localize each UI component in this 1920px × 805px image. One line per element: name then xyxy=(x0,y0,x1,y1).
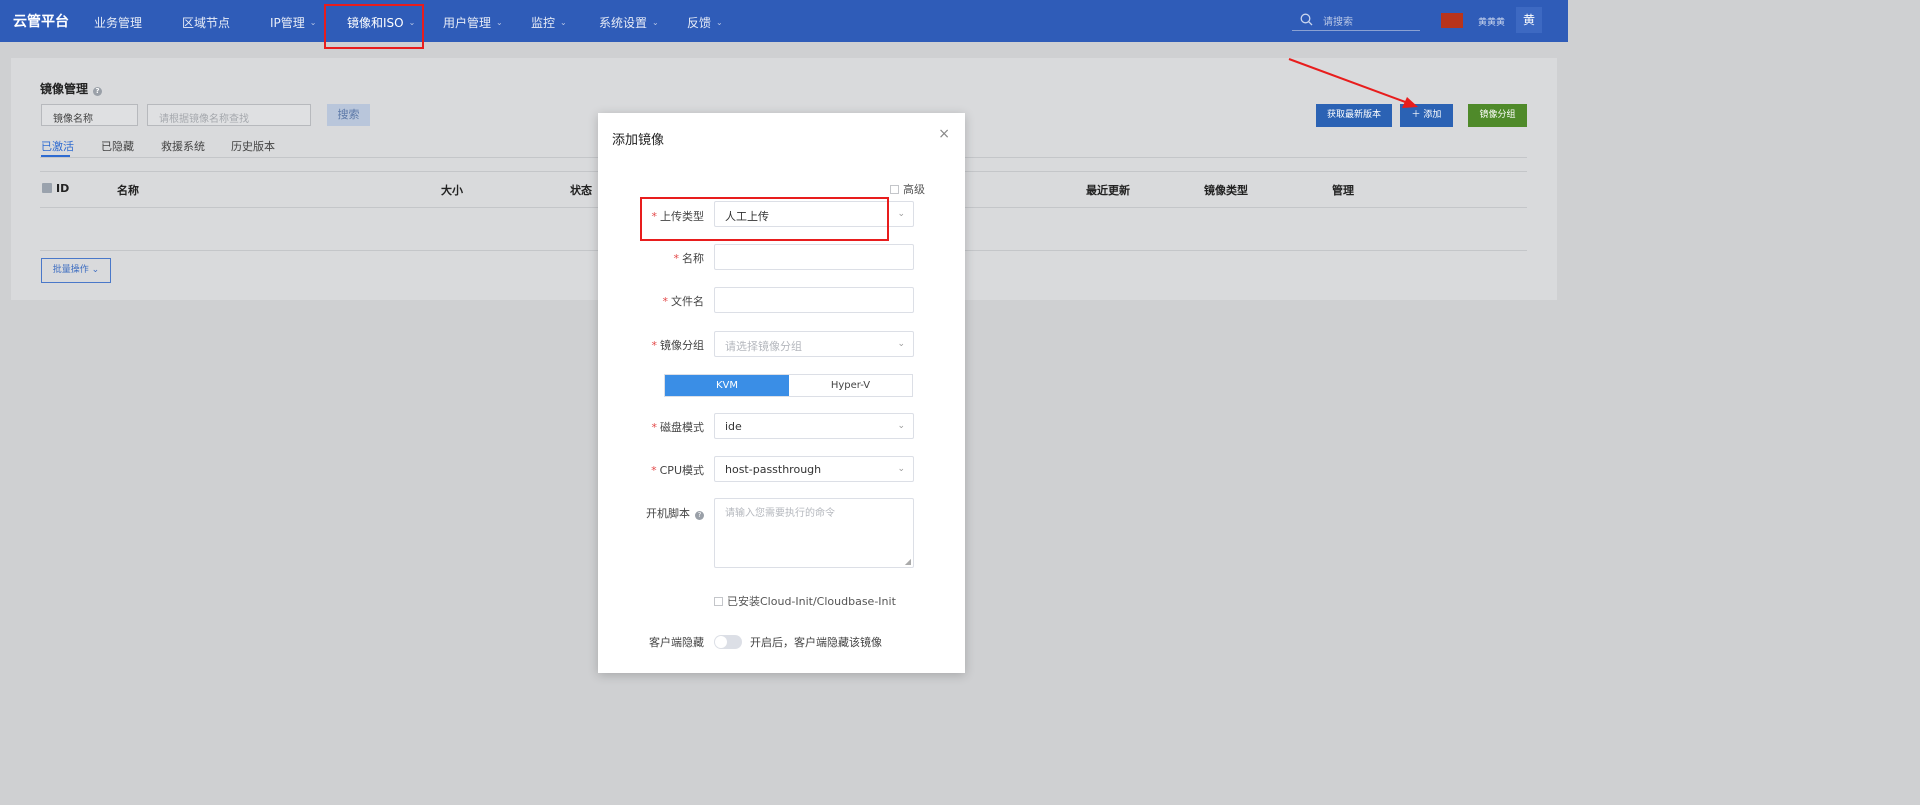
cpu-mode-select[interactable]: host-passthrough ⌄ xyxy=(714,456,914,482)
chevron-down-icon: ⌄ xyxy=(897,464,905,474)
name-label: * 名称 xyxy=(673,252,705,265)
cpu-mode-label: * CPU模式 xyxy=(651,464,704,477)
boot-script-label: 开机脚本? xyxy=(598,505,704,521)
chevron-down-icon: ⌄ xyxy=(897,209,905,219)
close-icon[interactable]: × xyxy=(938,126,950,142)
highlight-box-upload-type xyxy=(640,197,889,241)
image-group-select[interactable]: 请选择镜像分组 ⌄ xyxy=(714,331,914,357)
chevron-down-icon: ⌄ xyxy=(897,339,905,349)
filename-label: * 文件名 xyxy=(662,295,705,308)
disk-mode-select[interactable]: ide ⌄ xyxy=(714,413,914,439)
hypervisor-kvm-option[interactable]: KVM xyxy=(665,375,789,396)
chevron-down-icon: ⌄ xyxy=(897,421,905,431)
checkbox-icon xyxy=(890,185,899,194)
filename-input[interactable] xyxy=(714,287,914,313)
client-hide-toggle[interactable] xyxy=(714,635,742,649)
name-input[interactable] xyxy=(714,244,914,270)
toggle-knob xyxy=(715,636,727,648)
image-group-label: * 镜像分组 xyxy=(651,339,705,352)
hypervisor-hyperv-option[interactable]: Hyper-V xyxy=(789,375,912,396)
client-hide-hint: 开启后，客户端隐藏该镜像 xyxy=(750,636,882,649)
resize-handle-icon[interactable]: ◢ xyxy=(905,557,911,566)
boot-script-textarea[interactable]: 请输入您需要执行的命令 ◢ xyxy=(714,498,914,568)
disk-mode-label: * 磁盘模式 xyxy=(651,421,705,434)
help-icon[interactable]: ? xyxy=(695,511,704,520)
advanced-checkbox[interactable]: 高级 xyxy=(890,181,925,197)
checkbox-icon xyxy=(714,597,723,606)
hypervisor-switch: KVM Hyper-V xyxy=(664,374,913,397)
dialog-title: 添加镜像 xyxy=(612,133,665,148)
client-hide-label: 客户端隐藏 xyxy=(649,636,704,649)
cloud-init-checkbox[interactable]: 已安装Cloud-Init/Cloudbase-Init xyxy=(714,593,896,609)
